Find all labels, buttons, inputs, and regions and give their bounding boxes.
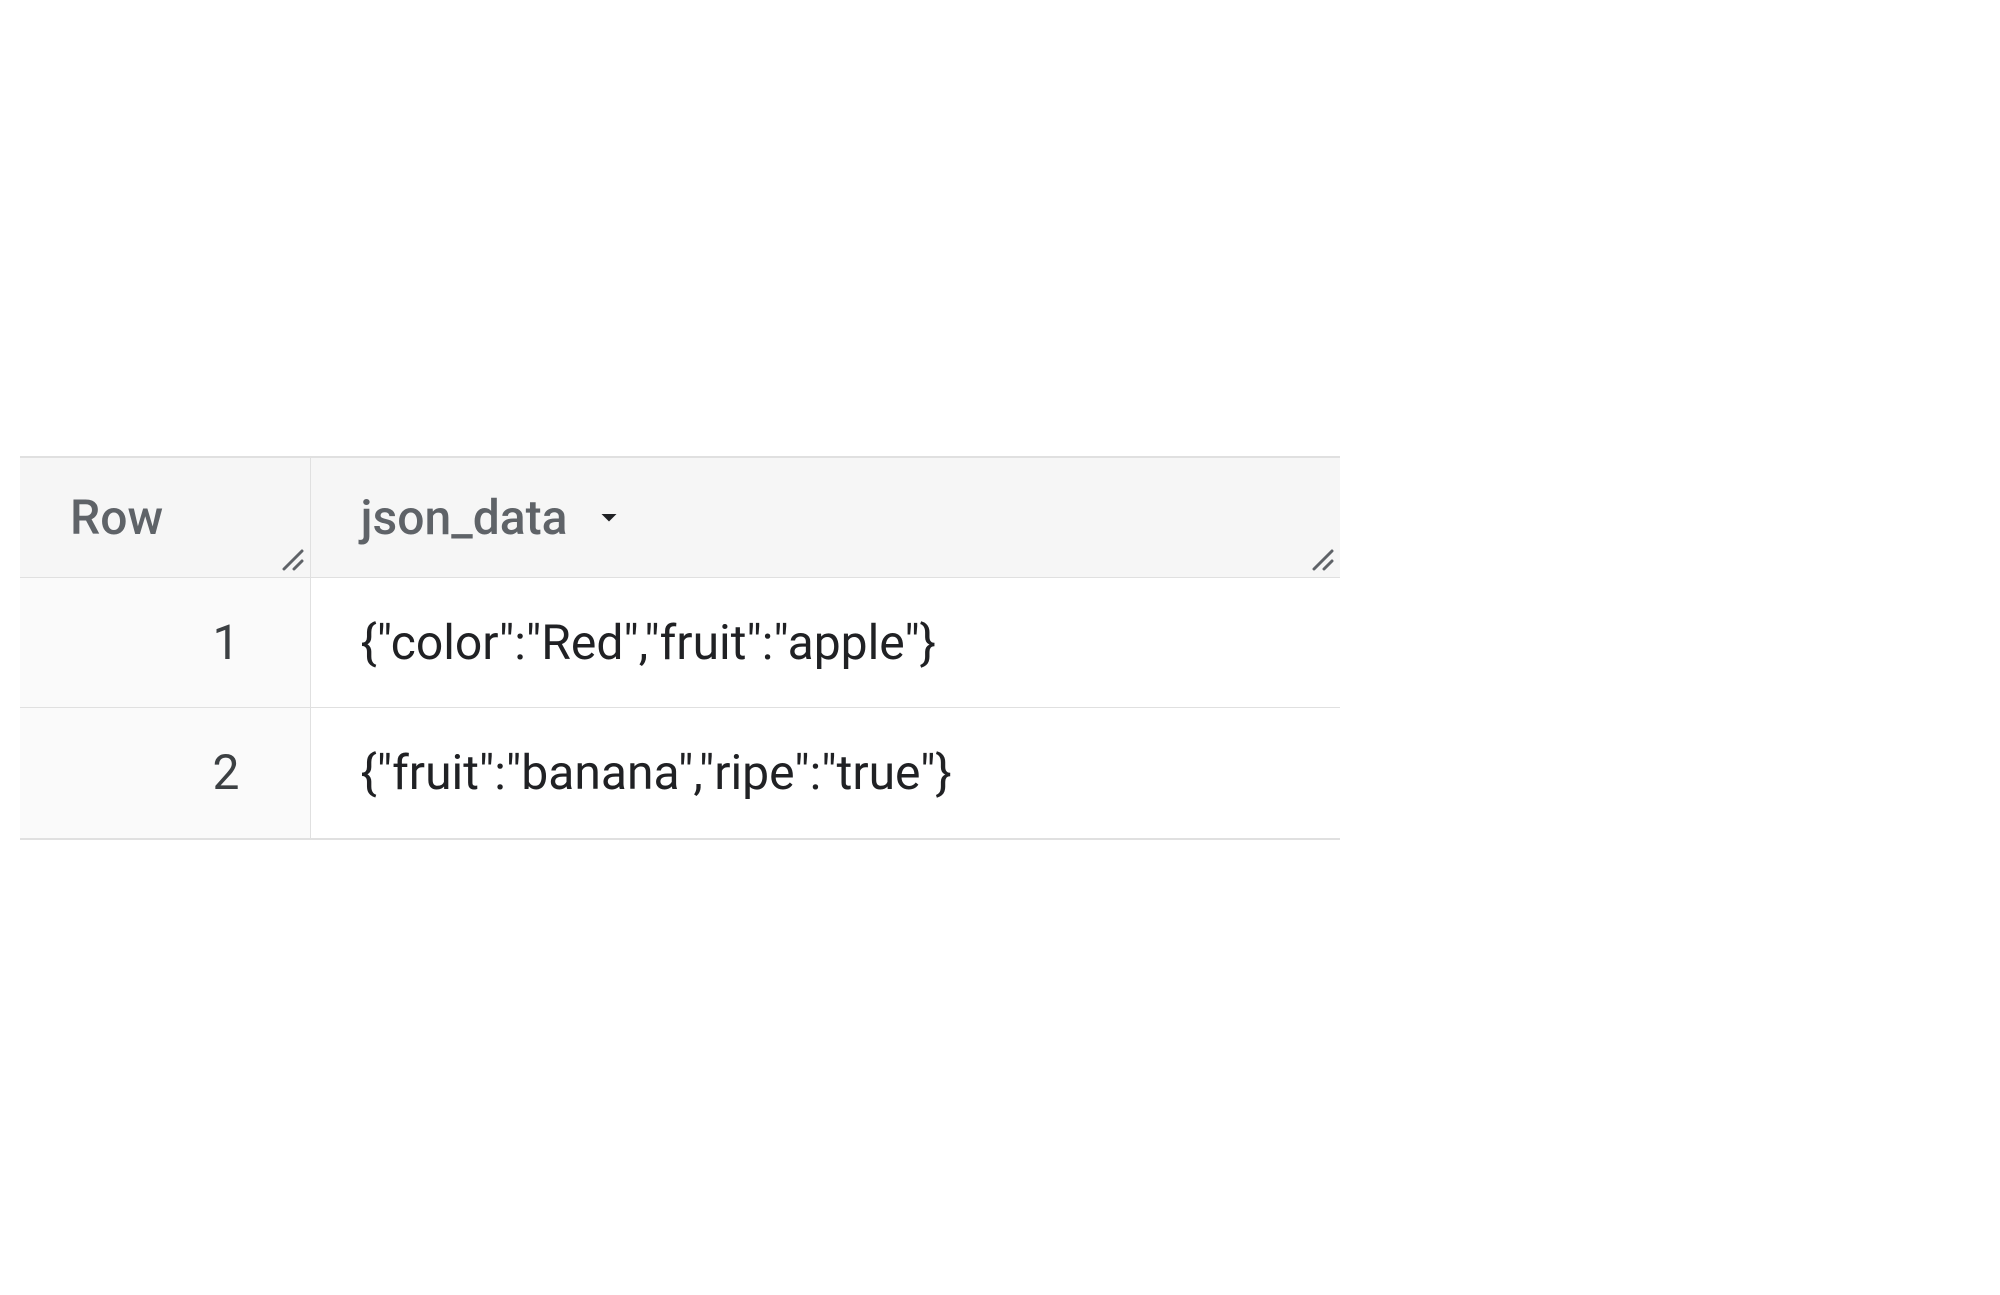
caret-down-icon [591, 499, 627, 535]
results-table: Row json_data [20, 458, 1340, 838]
json-data-cell[interactable]: {"fruit":"banana","ripe":"true"} [310, 708, 1340, 838]
column-header-json-data[interactable]: json_data [310, 458, 1340, 578]
column-header-json-data-label: json_data [361, 489, 568, 546]
table-header-row: Row json_data [20, 458, 1340, 578]
results-table-container: Row json_data [20, 456, 1340, 840]
row-index-cell: 2 [20, 708, 310, 838]
table-row: 1 {"color":"Red","fruit":"apple"} [20, 578, 1340, 708]
json-data-cell[interactable]: {"color":"Red","fruit":"apple"} [310, 578, 1340, 708]
resize-handle-icon [1306, 543, 1334, 571]
row-index-cell: 1 [20, 578, 310, 708]
table-row: 2 {"fruit":"banana","ripe":"true"} [20, 708, 1340, 838]
column-header-row[interactable]: Row [20, 458, 310, 578]
column-header-row-label: Row [70, 489, 163, 546]
resize-handle-icon [276, 543, 304, 571]
